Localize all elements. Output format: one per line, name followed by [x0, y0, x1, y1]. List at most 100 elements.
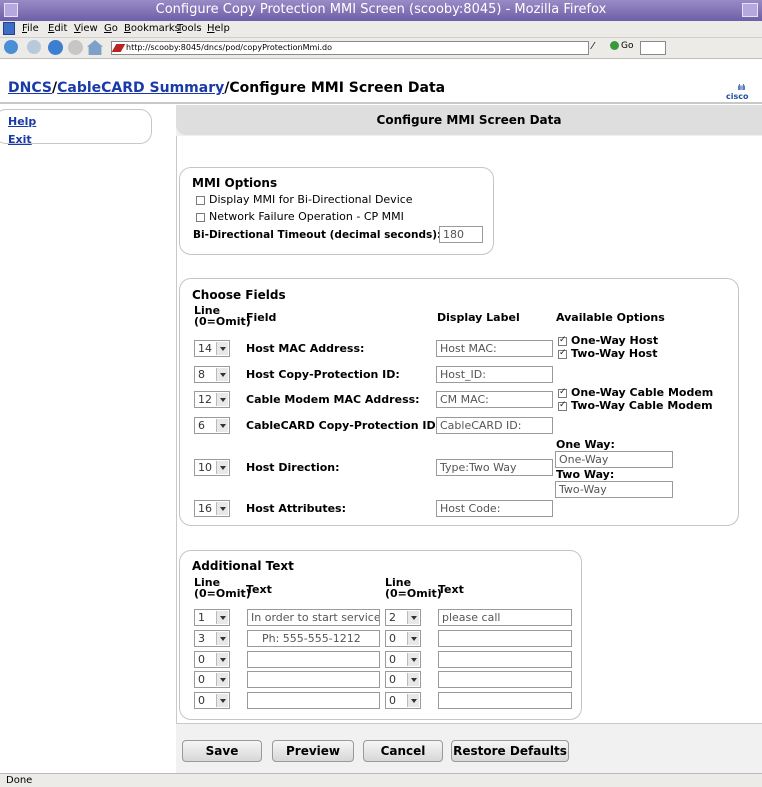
restore-defaults-button[interactable]: Restore Defaults: [451, 740, 569, 762]
reload-icon[interactable]: [48, 40, 63, 55]
firefox-icon: [3, 22, 15, 35]
text-input[interactable]: [247, 692, 380, 709]
field-line-value: 6: [198, 419, 205, 432]
col-line-sub-header: (0=Omit): [194, 587, 251, 600]
menu-bar: File Edit View Go Bookmarks Tools Help: [0, 21, 762, 38]
display-mmi-label: Display MMI for Bi-Directional Device: [209, 193, 413, 206]
window-maximize-icon[interactable]: [742, 3, 758, 17]
menu-help[interactable]: Help: [207, 23, 230, 34]
text-line-select[interactable]: 0: [385, 692, 421, 709]
save-button[interactable]: Save: [182, 740, 262, 762]
preview-button[interactable]: Preview: [272, 740, 354, 762]
text-line-select[interactable]: 0: [385, 630, 421, 647]
chevron-down-icon: [407, 611, 419, 624]
page-title: Configure MMI Screen Data: [376, 113, 562, 127]
window-title-bar: Configure Copy Protection MMI Screen (sc…: [0, 0, 762, 21]
field-line-select[interactable]: 16: [194, 500, 230, 517]
text-input[interactable]: [438, 630, 572, 647]
network-failure-checkbox[interactable]: [196, 213, 205, 222]
one-way-direction-input[interactable]: One-Way: [555, 451, 673, 468]
text-line-value: 0: [389, 653, 396, 666]
menu-go[interactable]: Go: [104, 23, 118, 34]
text-input[interactable]: [438, 651, 572, 668]
col-field-header: Field: [246, 311, 277, 324]
text-line-select[interactable]: 0: [194, 692, 230, 709]
text-line-select[interactable]: 1: [194, 609, 230, 626]
header-divider: [0, 102, 762, 104]
two-way-direction-input[interactable]: Two-Way: [555, 481, 673, 498]
one-way-host-checkbox[interactable]: [558, 335, 567, 346]
text-input[interactable]: please call: [438, 609, 572, 626]
sidebar-exit-link[interactable]: Exit: [8, 133, 32, 146]
url-history-icon[interactable]: ⁄: [592, 41, 604, 55]
field-line-value: 10: [198, 461, 212, 474]
breadcrumb-cablecard-link[interactable]: CableCARD Summary: [57, 80, 224, 96]
text-line-select[interactable]: 0: [194, 671, 230, 688]
text-input[interactable]: Ph: 555-555-1212: [247, 630, 380, 647]
display-label-input[interactable]: CableCARD ID:: [436, 417, 553, 434]
text-line-select[interactable]: 0: [385, 671, 421, 688]
one-way-cm-checkbox[interactable]: [558, 387, 567, 398]
two-way-host-checkbox[interactable]: [558, 348, 567, 359]
stop-icon[interactable]: [68, 40, 83, 55]
two-way-host-label: Two-Way Host: [571, 347, 658, 360]
col-text-header: Text: [246, 583, 272, 596]
menu-tools[interactable]: Tools: [177, 23, 202, 34]
field-line-select[interactable]: 6: [194, 417, 230, 434]
chevron-down-icon: [216, 653, 228, 666]
sidebar-help-link[interactable]: Help: [8, 115, 36, 128]
two-way-direction-label: Two Way:: [556, 468, 615, 481]
text-line-value: 0: [198, 673, 205, 686]
display-label-input[interactable]: CM MAC:: [436, 391, 553, 408]
go-button[interactable]: Go: [610, 41, 633, 51]
site-favicon-icon: [111, 44, 126, 52]
display-label-input[interactable]: Host Code:: [436, 500, 553, 517]
col-options-header: Available Options: [556, 311, 665, 324]
text-input[interactable]: In order to start service: [247, 609, 380, 626]
cancel-button[interactable]: Cancel: [363, 740, 443, 762]
display-mmi-checkbox[interactable]: [196, 196, 205, 205]
text-line-select[interactable]: 2: [385, 609, 421, 626]
menu-edit[interactable]: Edit: [48, 23, 67, 34]
text-line-value: 0: [389, 694, 396, 707]
text-line-select[interactable]: 3: [194, 630, 230, 647]
chevron-down-icon: [407, 673, 419, 686]
menu-bookmarks[interactable]: Bookmarks: [124, 23, 180, 34]
menu-file[interactable]: File: [22, 23, 39, 34]
home-icon[interactable]: [87, 40, 103, 55]
url-bar[interactable]: http://scooby:8045/dncs/pod/copyProtecti…: [111, 41, 589, 55]
text-line-select[interactable]: 0: [385, 651, 421, 668]
one-way-direction-label: One Way:: [556, 438, 615, 451]
chevron-down-icon: [216, 393, 228, 406]
text-line-value: 0: [389, 673, 396, 686]
field-label: Host Direction:: [246, 461, 340, 474]
go-label: Go: [621, 41, 634, 51]
text-input[interactable]: [438, 692, 572, 709]
text-line-value: 3: [198, 632, 205, 645]
breadcrumb-dncs-link[interactable]: DNCS: [8, 80, 52, 96]
search-box[interactable]: [640, 41, 666, 55]
field-line-select[interactable]: 10: [194, 459, 230, 476]
chevron-down-icon: [407, 632, 419, 645]
chevron-down-icon: [407, 694, 419, 707]
text-line-select[interactable]: 0: [194, 651, 230, 668]
back-icon[interactable]: [4, 40, 18, 54]
field-line-select[interactable]: 12: [194, 391, 230, 408]
two-way-cm-checkbox[interactable]: [558, 400, 567, 411]
url-text: http://scooby:8045/dncs/pod/copyProtecti…: [126, 43, 333, 52]
display-label-input[interactable]: Host MAC:: [436, 340, 553, 357]
field-label: Host MAC Address:: [246, 342, 365, 355]
text-input[interactable]: [438, 671, 572, 688]
timeout-input[interactable]: 180: [439, 226, 483, 243]
display-label-input[interactable]: Host_ID:: [436, 366, 553, 383]
display-label-input[interactable]: Type:Two Way: [436, 459, 553, 476]
text-input[interactable]: [247, 671, 380, 688]
field-line-select[interactable]: 8: [194, 366, 230, 383]
forward-icon[interactable]: [27, 40, 41, 54]
menu-view[interactable]: View: [74, 23, 98, 34]
chevron-down-icon: [216, 419, 228, 432]
col-text2-header: Text: [438, 583, 464, 596]
text-input[interactable]: [247, 651, 380, 668]
go-icon: [610, 41, 619, 50]
field-line-select[interactable]: 14: [194, 340, 230, 357]
